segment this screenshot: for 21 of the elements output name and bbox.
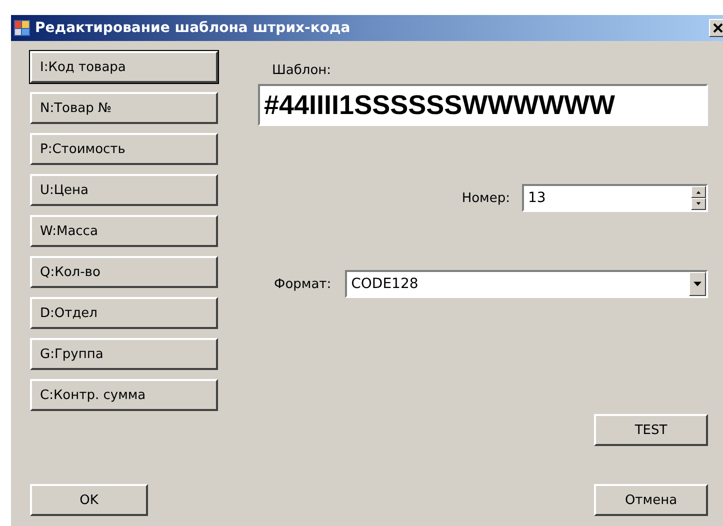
close-button[interactable]: [709, 19, 723, 37]
field-button[interactable]: W:Масса: [30, 215, 218, 247]
cancel-button[interactable]: Отмена: [594, 484, 708, 516]
field-button[interactable]: D:Отдел: [30, 297, 218, 329]
number-label: Номер:: [462, 190, 510, 206]
window-title: Редактирование шаблона штрих-кода: [35, 20, 352, 36]
field-button[interactable]: N:Товар №: [30, 92, 218, 124]
ok-button[interactable]: OK: [30, 484, 148, 516]
template-field[interactable]: #44IIII1SSSSSSWWWWWW: [258, 84, 708, 126]
format-dropdown[interactable]: CODE128: [345, 270, 708, 298]
field-button[interactable]: Q:Кол-во: [30, 256, 218, 288]
template-label: Шаблон:: [272, 63, 332, 78]
format-label: Формат:: [274, 276, 332, 292]
field-button[interactable]: C:Контр. сумма: [30, 379, 218, 411]
field-button[interactable]: U:Цена: [30, 174, 218, 206]
field-button[interactable]: I:Код товара: [30, 51, 218, 83]
field-button[interactable]: P:Стоимость: [30, 133, 218, 165]
test-button[interactable]: TEST: [594, 414, 708, 446]
app-icon: [13, 19, 31, 37]
field-button[interactable]: G:Группа: [30, 338, 218, 370]
number-spinner[interactable]: 13: [522, 184, 708, 212]
